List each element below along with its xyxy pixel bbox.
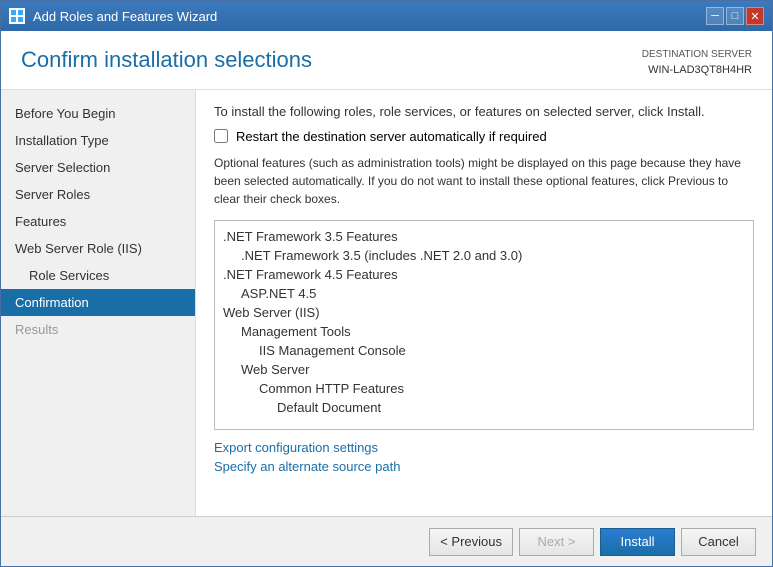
sidebar: Before You Begin Installation Type Serve… [1,90,196,517]
sidebar-item-features[interactable]: Features [1,208,195,235]
previous-button[interactable]: < Previous [429,528,513,556]
restart-checkbox-row: Restart the destination server automatic… [214,129,754,144]
content-panel: To install the following roles, role ser… [196,90,772,517]
footer: < Previous Next > Install Cancel [1,516,772,566]
app-icon [9,8,25,24]
cancel-button[interactable]: Cancel [681,528,756,556]
minimize-button[interactable]: ─ [706,7,724,25]
page-title: Confirm installation selections [21,47,312,73]
content-area: Confirm installation selections DESTINAT… [1,31,772,566]
destination-server-value: WIN-LAD3QT8H4HR [642,62,752,79]
install-button[interactable]: Install [600,528,675,556]
list-item: .NET Framework 3.5 (includes .NET 2.0 an… [223,246,745,265]
next-button[interactable]: Next > [519,528,594,556]
sidebar-item-web-server-role[interactable]: Web Server Role (IIS) [1,235,195,262]
list-item: .NET Framework 4.5 Features [223,265,745,284]
sidebar-item-server-selection[interactable]: Server Selection [1,154,195,181]
sidebar-item-installation-type[interactable]: Installation Type [1,127,195,154]
list-item: Web Server [223,360,745,379]
window-controls: ─ □ ✕ [706,7,764,25]
main-body: Before You Begin Installation Type Serve… [1,90,772,517]
list-item: Web Server (IIS) [223,303,745,322]
note-text: Optional features (such as administratio… [214,154,754,208]
list-item: Default Document [223,398,745,417]
destination-server-info: DESTINATION SERVER WIN-LAD3QT8H4HR [642,47,752,79]
sidebar-item-server-roles[interactable]: Server Roles [1,181,195,208]
export-config-link[interactable]: Export configuration settings [214,440,754,455]
destination-server-label: DESTINATION SERVER [642,47,752,62]
window-title: Add Roles and Features Wizard [33,9,217,24]
list-item: .NET Framework 3.5 Features [223,227,745,246]
sidebar-item-role-services[interactable]: Role Services [1,262,195,289]
restart-checkbox[interactable] [214,129,228,143]
header-section: Confirm installation selections DESTINAT… [1,31,772,90]
features-list[interactable]: .NET Framework 3.5 Features .NET Framewo… [214,220,754,430]
title-bar-left: Add Roles and Features Wizard [9,8,217,24]
maximize-button[interactable]: □ [726,7,744,25]
list-item: ASP.NET 4.5 [223,284,745,303]
sidebar-item-before-you-begin[interactable]: Before You Begin [1,100,195,127]
wizard-window: Add Roles and Features Wizard ─ □ ✕ Conf… [0,0,773,567]
sidebar-item-confirmation[interactable]: Confirmation [1,289,195,316]
list-item: Management Tools [223,322,745,341]
title-bar: Add Roles and Features Wizard ─ □ ✕ [1,1,772,31]
list-item: IIS Management Console [223,341,745,360]
restart-checkbox-label: Restart the destination server automatic… [236,129,547,144]
links-section: Export configuration settings Specify an… [214,440,754,474]
alternate-source-link[interactable]: Specify an alternate source path [214,459,754,474]
list-item: Common HTTP Features [223,379,745,398]
sidebar-item-results: Results [1,316,195,343]
intro-text: To install the following roles, role ser… [214,104,754,119]
close-button[interactable]: ✕ [746,7,764,25]
